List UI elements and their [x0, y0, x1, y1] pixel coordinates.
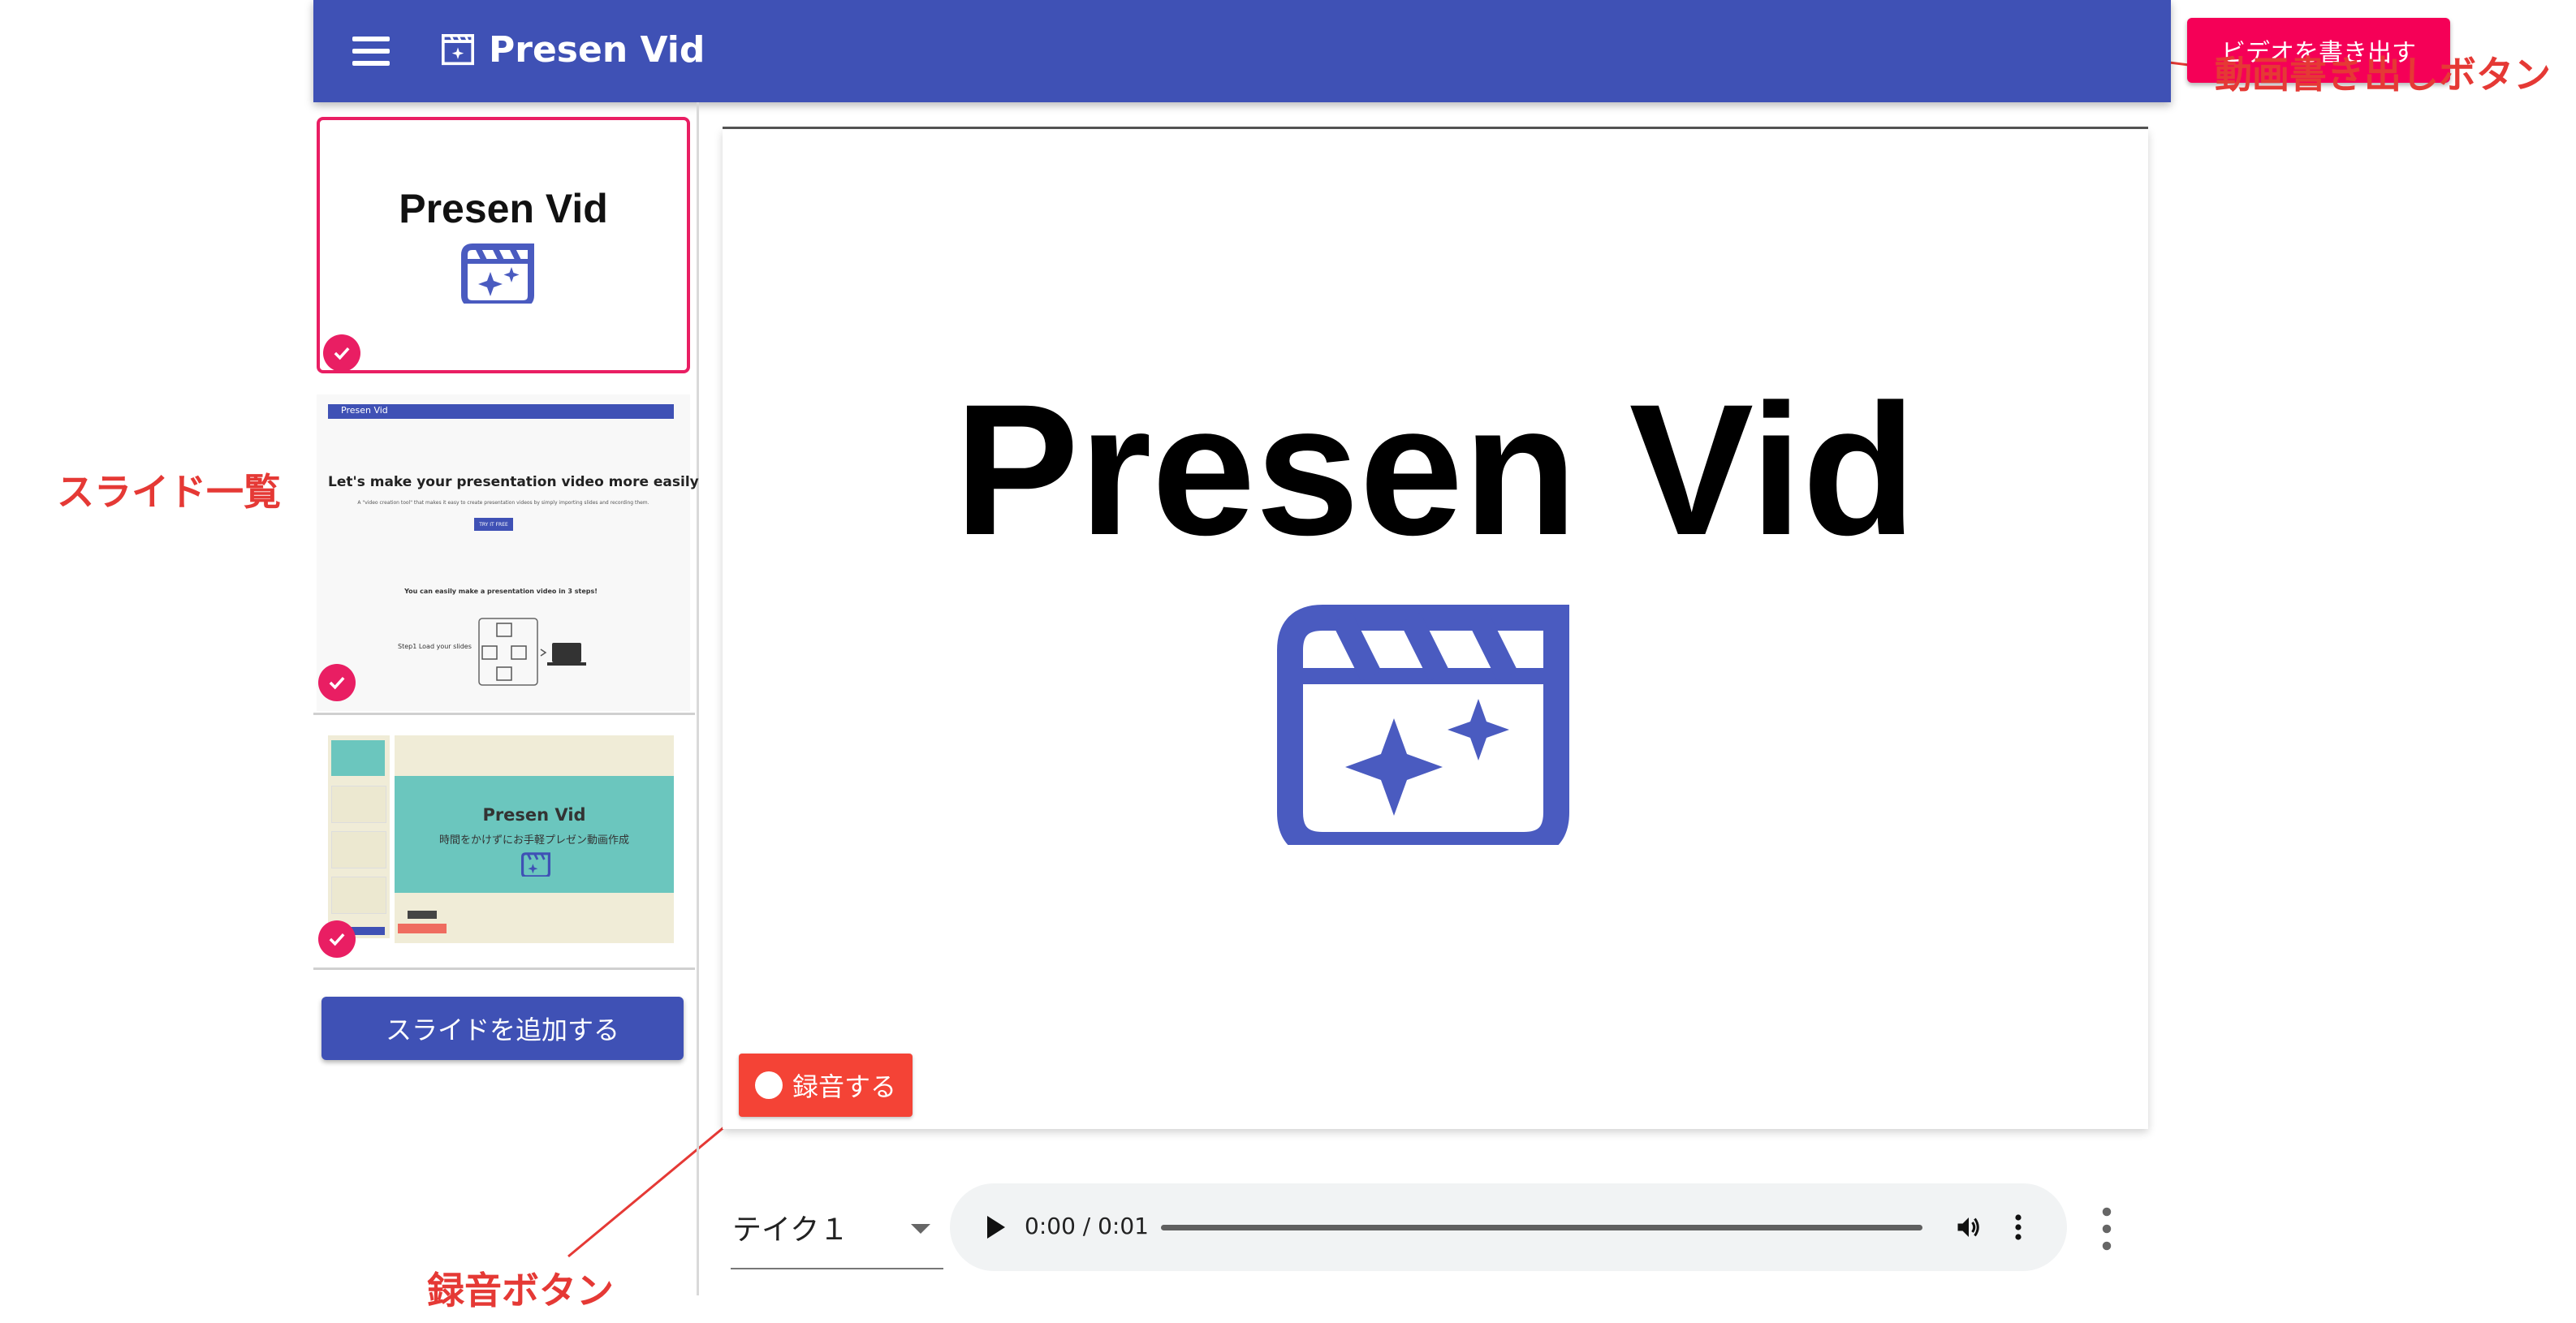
slide-check-icon[interactable]: [323, 334, 360, 372]
take-select-underline: [731, 1268, 943, 1269]
slide-thumbnail-1[interactable]: Presen Vid: [317, 117, 690, 373]
mini-button-dark: [408, 911, 437, 919]
record-button-annotation: 録音ボタン: [427, 1269, 614, 1312]
take-select-value: テイク１: [732, 1213, 849, 1247]
clapperboard-icon: [1277, 605, 1569, 845]
thumbnail-separator: [313, 713, 695, 715]
slide-title: Presen Vid: [399, 186, 608, 231]
mini-button-record: [398, 924, 447, 933]
add-slide-button[interactable]: スライドを追加する: [321, 997, 684, 1060]
audio-progress-slider[interactable]: [1161, 1225, 1922, 1230]
take-select[interactable]: テイク１: [731, 1185, 943, 1269]
slide-check-icon[interactable]: [318, 920, 356, 958]
sidebar-divider: [697, 102, 699, 1295]
slide-check-icon[interactable]: [318, 664, 356, 701]
clapperboard-logo-icon: [442, 34, 474, 66]
mini-step1-label: Step1 Load your slides: [398, 643, 472, 650]
export-button-annotation: 動画書き出しボタン: [2215, 53, 2551, 97]
mini-subtext: A "video creation tool" that makes it ea…: [357, 500, 649, 506]
slide-thumbnail-3[interactable]: Presen Vid 時間をかけずにお手軽プレゼン動画作成: [317, 730, 690, 959]
slide-list-annotation: スライド一覧: [57, 470, 281, 514]
mini-slides-illustration: [478, 618, 586, 686]
record-annotation-line: [567, 1112, 741, 1258]
mini-steps-heading: You can easily make a presentation video…: [404, 588, 598, 595]
more-vert-icon[interactable]: [2013, 1213, 2023, 1242]
clapperboard-icon: [461, 243, 534, 304]
slide-thumbnail-2[interactable]: Presen Vid Let's make your presentation …: [317, 394, 699, 711]
mini-slide-subtitle: 時間をかけずにお手軽プレゼン動画作成: [438, 834, 629, 847]
record-dot-icon: [754, 1071, 783, 1099]
menu-icon[interactable]: [352, 35, 390, 67]
mini-sidebar: [328, 735, 390, 938]
mini-clapperboard-icon: [521, 852, 550, 877]
audio-player: 0:00 / 0:01: [950, 1183, 2067, 1271]
volume-icon[interactable]: [1953, 1213, 1984, 1242]
preview-slide-title: Presen Vid: [954, 365, 1917, 574]
mini-appbar-title: Presen Vid: [341, 405, 388, 416]
record-button-label: 録音する: [792, 1071, 896, 1102]
app-bar: Presen Vid ビデオを書き出す: [313, 0, 2450, 102]
play-icon[interactable]: [984, 1214, 1007, 1240]
app-title: Presen Vid: [489, 29, 705, 71]
slide-preview: Presen Vid: [723, 129, 2148, 1129]
audio-time-display: 0:00 / 0:01: [1025, 1213, 1149, 1239]
take-menu-more-icon[interactable]: [2095, 1204, 2119, 1253]
thumbnail-separator: [313, 967, 695, 970]
mini-slide-title: Presen Vid: [482, 805, 586, 825]
dropdown-arrow-icon: [911, 1224, 930, 1234]
mini-cta-button: TRY IT FREE: [474, 518, 513, 531]
record-button[interactable]: 録音する: [739, 1054, 913, 1117]
mini-heading: Let's make your presentation video more …: [328, 474, 699, 490]
